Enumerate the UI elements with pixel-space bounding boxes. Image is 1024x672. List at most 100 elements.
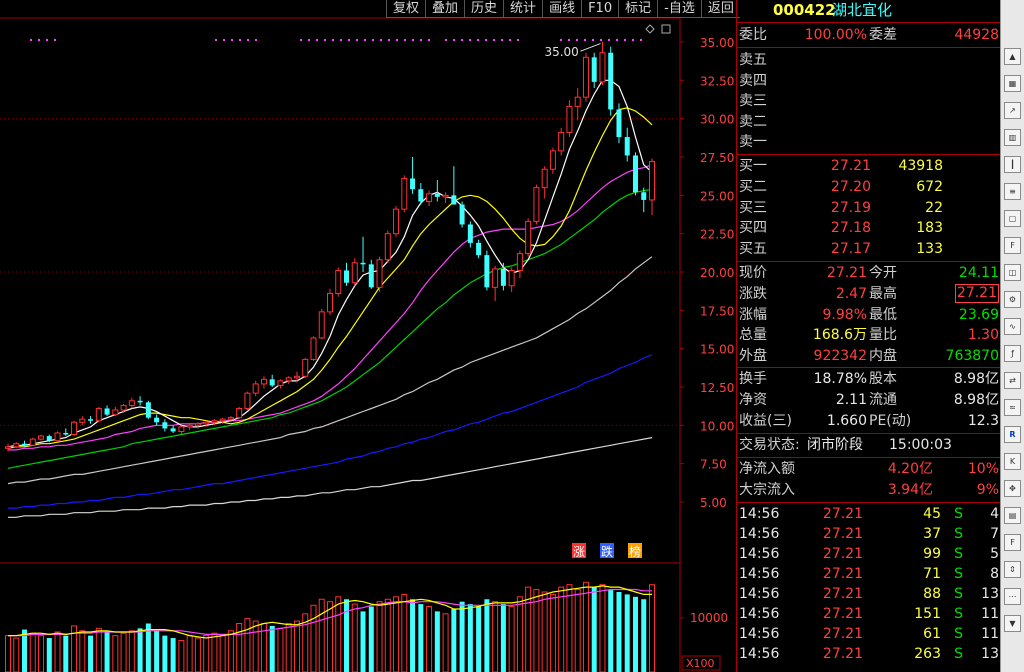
rsi-icon[interactable]: R [1004,426,1021,443]
y-tick-label: 5.00 [700,496,727,510]
more-icon[interactable]: ⋯ [1004,588,1021,605]
tick-count: 11 [981,606,999,622]
legend-tag[interactable]: 跌 [601,544,613,559]
volume-bar [29,632,36,672]
square-marker-icon[interactable] [661,24,671,34]
legend-tag[interactable]: 涨 [573,544,585,559]
toolbar-button-5[interactable]: F10 [581,0,619,18]
sell-level-label: 卖四 [739,72,767,89]
candle-body [451,195,457,205]
candle-body [252,383,259,394]
candle-body [591,57,597,82]
candle-body [376,259,383,288]
weibi-label: 委比 [739,27,767,43]
candle-body [120,404,127,411]
volume-bar [344,599,350,672]
toolbar-button-4[interactable]: 画线 [542,0,582,18]
signal-dot [247,39,249,41]
fx-icon[interactable]: ƒ [1004,345,1021,362]
candle [376,256,383,292]
candle-body [525,220,532,255]
candle-body [401,177,408,210]
signal-dot [600,39,602,41]
tick-side: S [954,626,963,642]
candle [252,380,259,397]
toolbar-button-0[interactable]: 复权 [386,0,426,18]
signal-dot [223,39,225,41]
scroll-icon[interactable]: ⇕ [1004,561,1021,578]
max-price-annotation: 35.00 [544,45,578,59]
board-icon[interactable]: ▤ [1004,507,1021,524]
signal-dot [340,39,342,41]
volume-bar [79,630,86,672]
list-icon[interactable]: ≡ [1004,183,1021,200]
toolbar-button-3[interactable]: 统计 [503,0,543,18]
candle [368,259,374,289]
toolbar-button-6[interactable]: 标记 [618,0,658,18]
trade-status-time: 15:00:03 [889,437,952,453]
volume-bar [236,623,243,672]
candle-body [79,418,86,423]
candle [95,406,102,423]
candle [384,230,391,263]
diamond-marker-icon[interactable] [645,24,655,34]
tick-time: 14:56 [739,546,780,562]
stock-name: 湖北宜化 [832,1,893,19]
candle-body [277,380,284,386]
signal-dot [640,39,642,41]
signal-dot [38,39,40,41]
stat-label-2: PE(动) [869,412,912,429]
flow-value: 3.94亿 [887,482,933,498]
trend-icon[interactable]: ↗ [1004,102,1021,119]
tick-volume: 45 [923,506,941,522]
chart-icon[interactable]: ∿ [1004,318,1021,335]
signal-dot [404,39,406,41]
legend-tag[interactable]: 榜 [629,544,641,559]
toolbar-button-2[interactable]: 历史 [464,0,504,18]
layers-icon[interactable]: ◫ [1004,264,1021,281]
candle-body [608,52,614,110]
candle-body [154,417,160,423]
tick-side: S [954,506,963,522]
move-icon[interactable]: ✥ [1004,480,1021,497]
volume-bar [63,635,69,672]
signal-dot [215,39,217,41]
volume-bar [467,604,473,672]
quote-label-2: 最低 [869,306,897,323]
toolbar-button-7[interactable]: -自选 [657,0,701,18]
toolbar-button-1[interactable]: 叠加 [425,0,465,18]
candle [170,425,176,433]
f5-icon[interactable]: F [1004,534,1021,551]
volume-bar [401,593,408,672]
candle [434,180,440,202]
candle-body [418,189,424,202]
arrow-up-icon[interactable]: ▲ [1004,48,1021,65]
down-icon[interactable]: ▼ [1004,615,1021,632]
candle-body [649,161,655,201]
candle-body [582,56,589,98]
volume-tick-label: 10000 [690,611,728,625]
kline-chart-area[interactable]: 35.00 32.50 30.00 27.50 25.00 22.50 20.00 17.50… [0,0,740,672]
buy-row: 买三 27.19 22 [737,198,1001,218]
bar-icon[interactable]: ▥ [1004,129,1021,146]
f10-icon[interactable]: F [1004,237,1021,254]
candle-icon[interactable]: ┃ [1004,156,1021,173]
y-tick-label: 10.00 [700,419,734,433]
quote-value: 922342 [813,348,867,365]
buy-price: 27.18 [830,220,871,237]
window-icon[interactable]: ▢ [1004,210,1021,227]
candle-body [211,420,218,423]
grid-icon[interactable]: ▦ [1004,75,1021,92]
volume-bar [211,632,218,672]
signal-dot [608,39,610,41]
wave-icon[interactable]: ≈ [1004,399,1021,416]
kline-chart[interactable]: 35.00 32.50 30.00 27.50 25.00 22.50 20.00 17.50… [0,0,736,672]
tick-volume: 71 [923,566,941,582]
compare-icon[interactable]: ⇄ [1004,372,1021,389]
toolbar-button-8[interactable]: 返回 [700,0,740,18]
volume-bar [632,596,638,672]
quote-label-2: 内盘 [869,348,897,365]
kdj-icon[interactable]: K [1004,453,1021,470]
candle-body [632,155,638,193]
tools-icon[interactable]: ⚙ [1004,291,1021,308]
